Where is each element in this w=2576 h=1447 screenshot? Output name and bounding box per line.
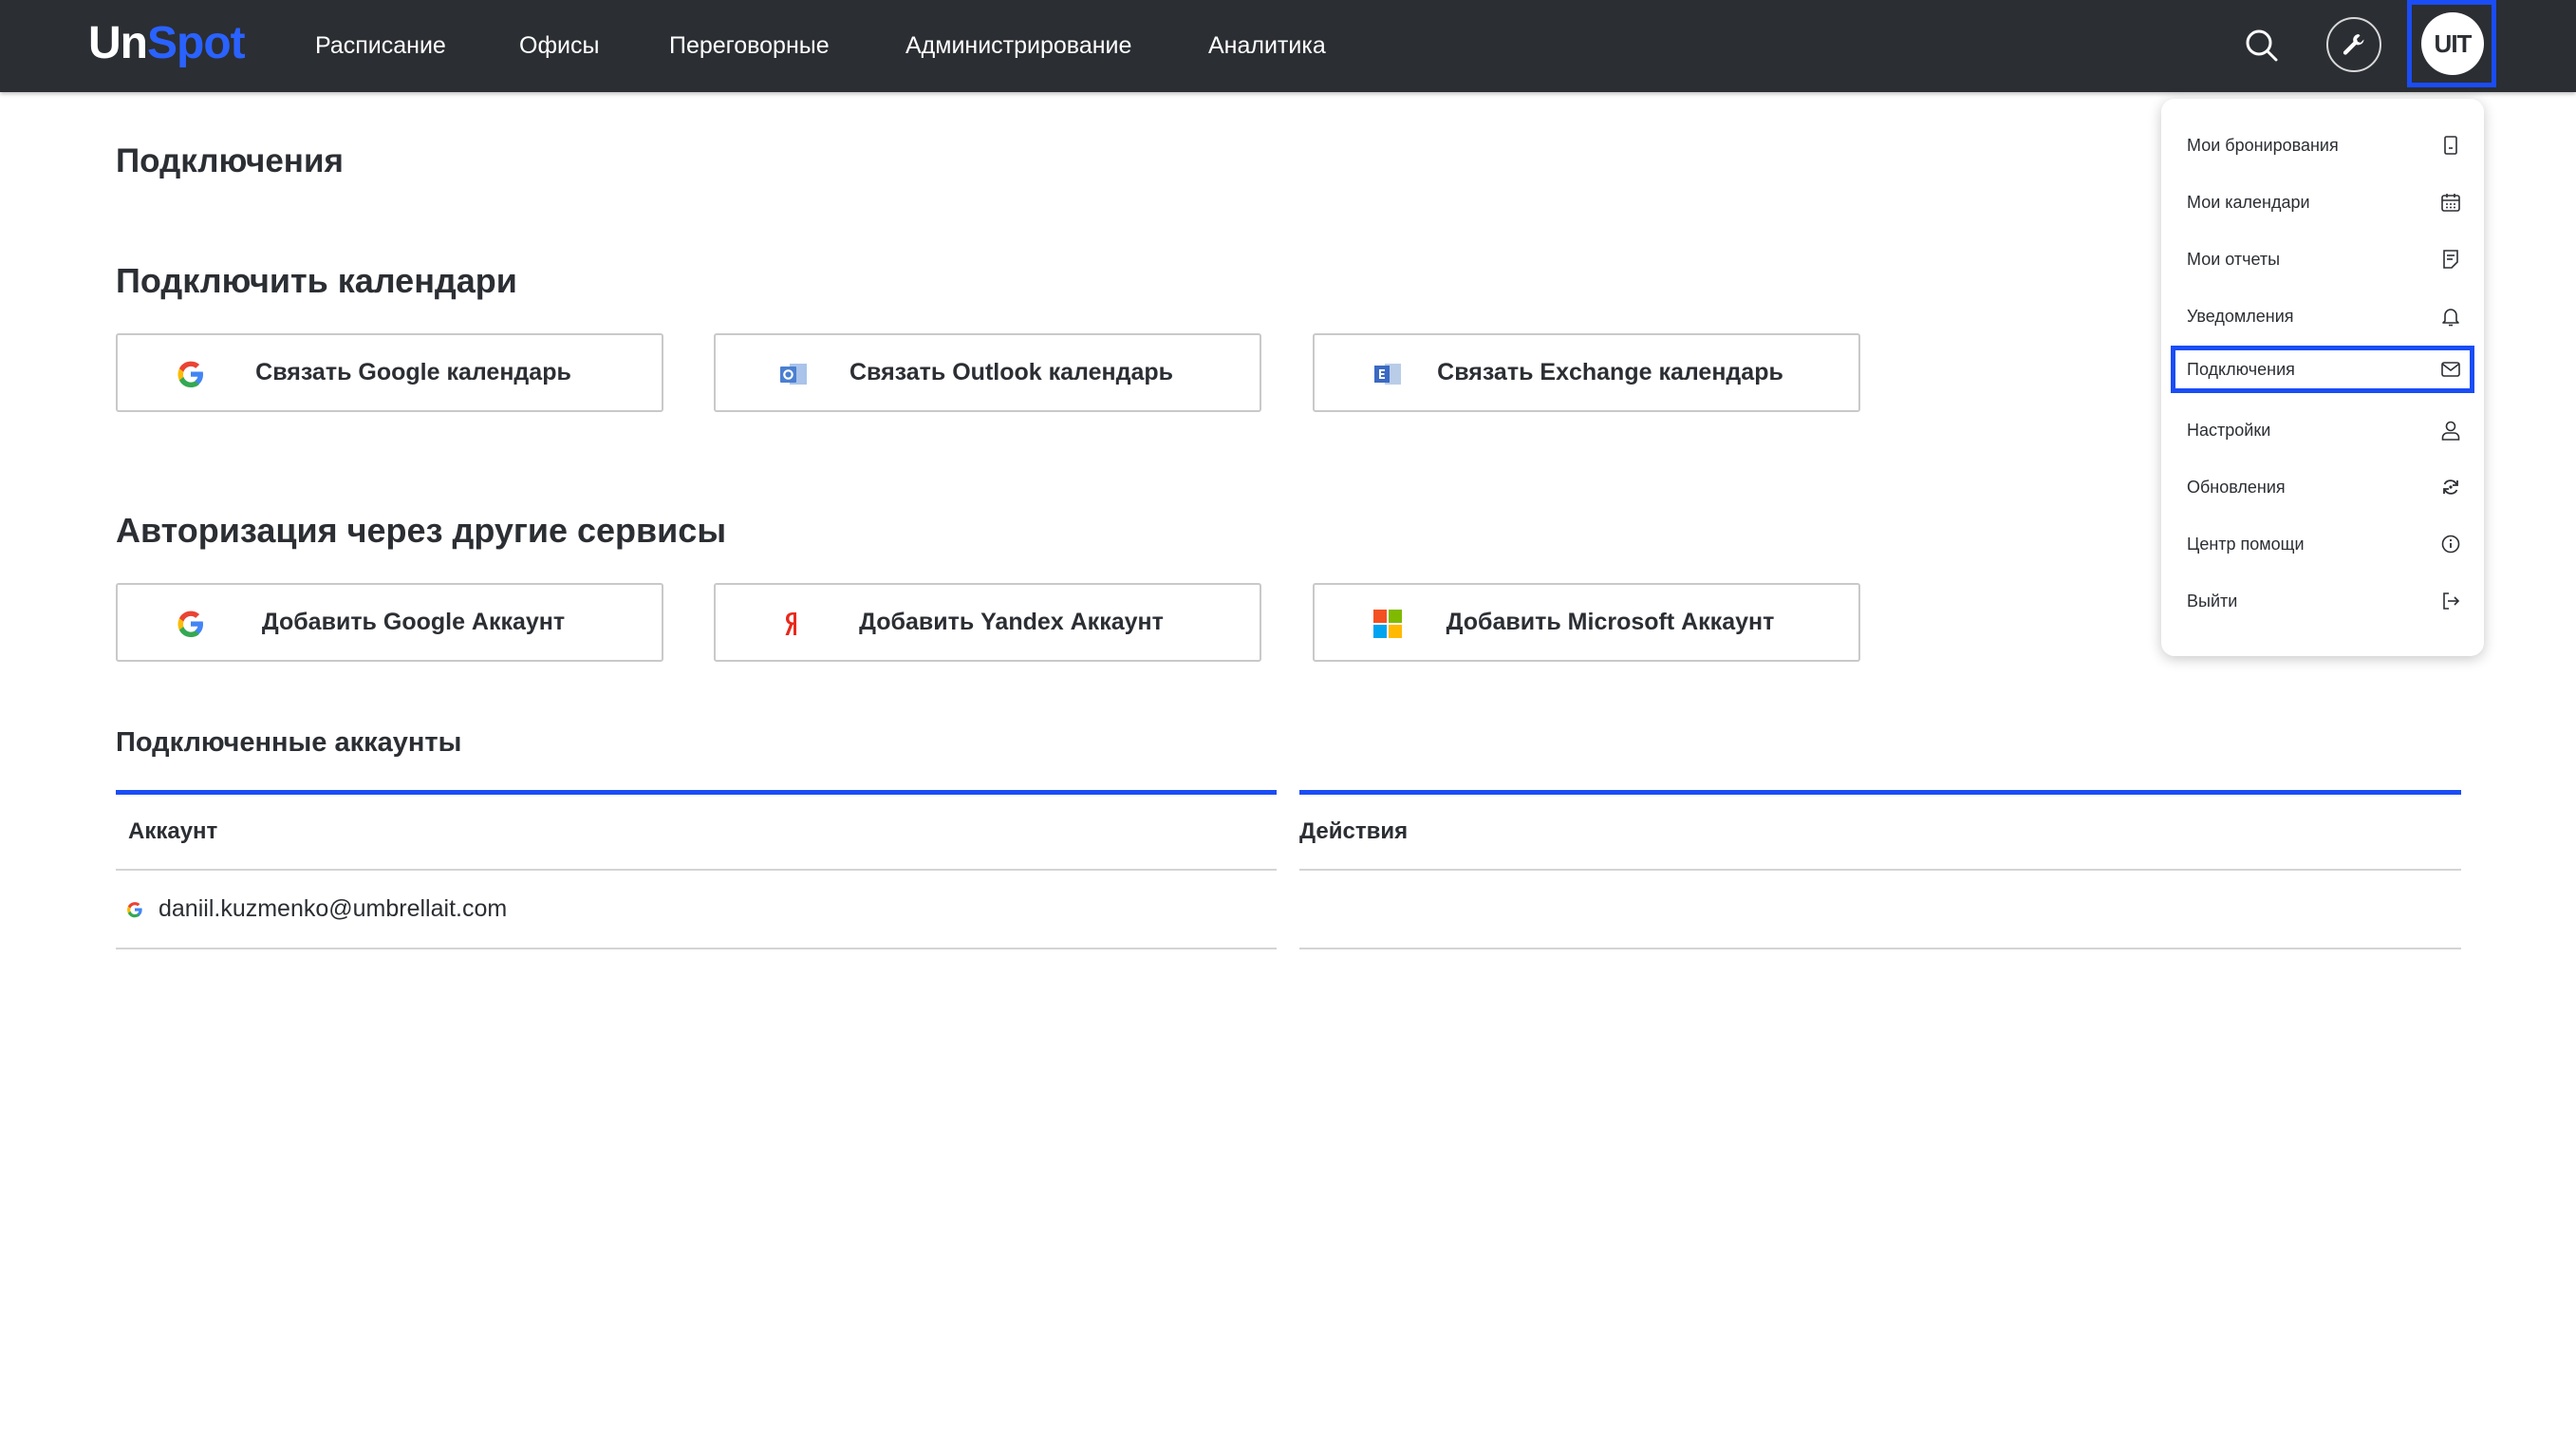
menu-item-connections[interactable]: Подключения [2171,346,2474,393]
column-header-account: Аккаунт [116,795,1277,871]
menu-item-updates[interactable]: Обновления [2171,463,2474,511]
link-exchange-calendar-button[interactable]: Связать Exchange календарь [1313,333,1860,412]
accounts-table-account-column: Аккаунт daniil.kuzmenko@umbrellait.com [116,790,1277,949]
link-exchange-calendar-label: Связать Exchange календарь [1437,359,1783,385]
mail-icon [2441,362,2460,377]
nav-item-offices[interactable]: Офисы [519,28,599,63]
menu-item-notifications[interactable]: Уведомления [2171,292,2474,340]
add-yandex-account-button[interactable]: Добавить Yandex Аккаунт [714,583,1261,662]
logo-text-spot: Spot [146,18,246,68]
menu-item-label: Уведомления [2187,307,2294,326]
report-icon [2443,250,2458,269]
user-menu-trigger[interactable]: UIT [2407,0,2496,87]
add-microsoft-account-label: Добавить Microsoft Аккаунт [1446,609,1775,635]
menu-item-logout[interactable]: Выйти [2171,577,2474,625]
menu-item-label: Мои отчеты [2187,250,2281,269]
logout-icon [2443,592,2460,610]
link-google-calendar-label: Связать Google календарь [255,359,571,385]
menu-item-label: Мои календари [2187,193,2310,212]
unspot-logo[interactable]: UnSpot [88,13,246,74]
top-navbar: UnSpot Расписание Офисы Переговорные Адм… [0,0,2576,92]
nav-item-meeting-rooms[interactable]: Переговорные [669,28,830,63]
menu-item-my-bookings[interactable]: Мои бронирования [2171,122,2474,169]
bell-icon [2442,309,2459,327]
add-microsoft-account-button[interactable]: Добавить Microsoft Аккаунт [1313,583,1860,662]
search-icon[interactable] [2242,26,2282,66]
refresh-icon [2443,479,2458,495]
info-icon [2441,535,2460,554]
menu-item-settings[interactable]: Настройки [2171,406,2474,454]
add-yandex-account-label: Добавить Yandex Аккаунт [859,609,1164,635]
google-icon [127,902,142,918]
menu-item-label: Настройки [2187,421,2271,440]
table-row-actions [1299,871,2461,949]
accounts-table-actions-column: Действия [1299,790,2461,949]
menu-item-label: Выйти [2187,592,2238,611]
link-google-calendar-button[interactable]: Связать Google календарь [116,333,663,412]
auth-services-title: Авторизация через другие сервисы [116,511,727,550]
user-dropdown-menu: Мои бронирования Мои календари Мои отчет… [2161,99,2484,656]
table-row: daniil.kuzmenko@umbrellait.com [116,871,1277,949]
menu-item-my-reports[interactable]: Мои отчеты [2171,235,2474,283]
link-outlook-calendar-button[interactable]: Связать Outlook календарь [714,333,1261,412]
admin-tools-button[interactable] [2326,17,2381,72]
add-google-account-label: Добавить Google Аккаунт [261,609,566,635]
nav-item-analytics[interactable]: Аналитика [1208,28,1326,63]
column-header-actions: Действия [1299,795,2461,871]
menu-item-label: Центр помощи [2187,535,2305,554]
user-icon [2441,421,2460,441]
calendar-icon [2441,194,2460,212]
add-google-account-button[interactable]: Добавить Google Аккаунт [116,583,663,662]
nav-item-administration[interactable]: Администрирование [905,28,1131,63]
menu-item-label: Подключения [2187,360,2295,379]
connected-accounts-title: Подключенные аккаунты [116,727,462,758]
avatar: UIT [2421,12,2484,75]
account-email: daniil.kuzmenko@umbrellait.com [159,895,508,922]
link-outlook-calendar-label: Связать Outlook календарь [849,359,1173,385]
logo-text-un: Un [88,18,148,68]
menu-item-my-calendars[interactable]: Мои календари [2171,179,2474,226]
menu-item-label: Мои бронирования [2187,136,2339,155]
menu-item-help-center[interactable]: Центр помощи [2171,520,2474,568]
connect-calendars-title: Подключить календари [116,261,517,300]
wrench-icon [2343,34,2364,55]
nav-item-schedule[interactable]: Расписание [315,28,446,63]
menu-item-label: Обновления [2187,478,2286,497]
page-title: Подключения [116,142,344,179]
bookmark-icon [2444,136,2457,155]
